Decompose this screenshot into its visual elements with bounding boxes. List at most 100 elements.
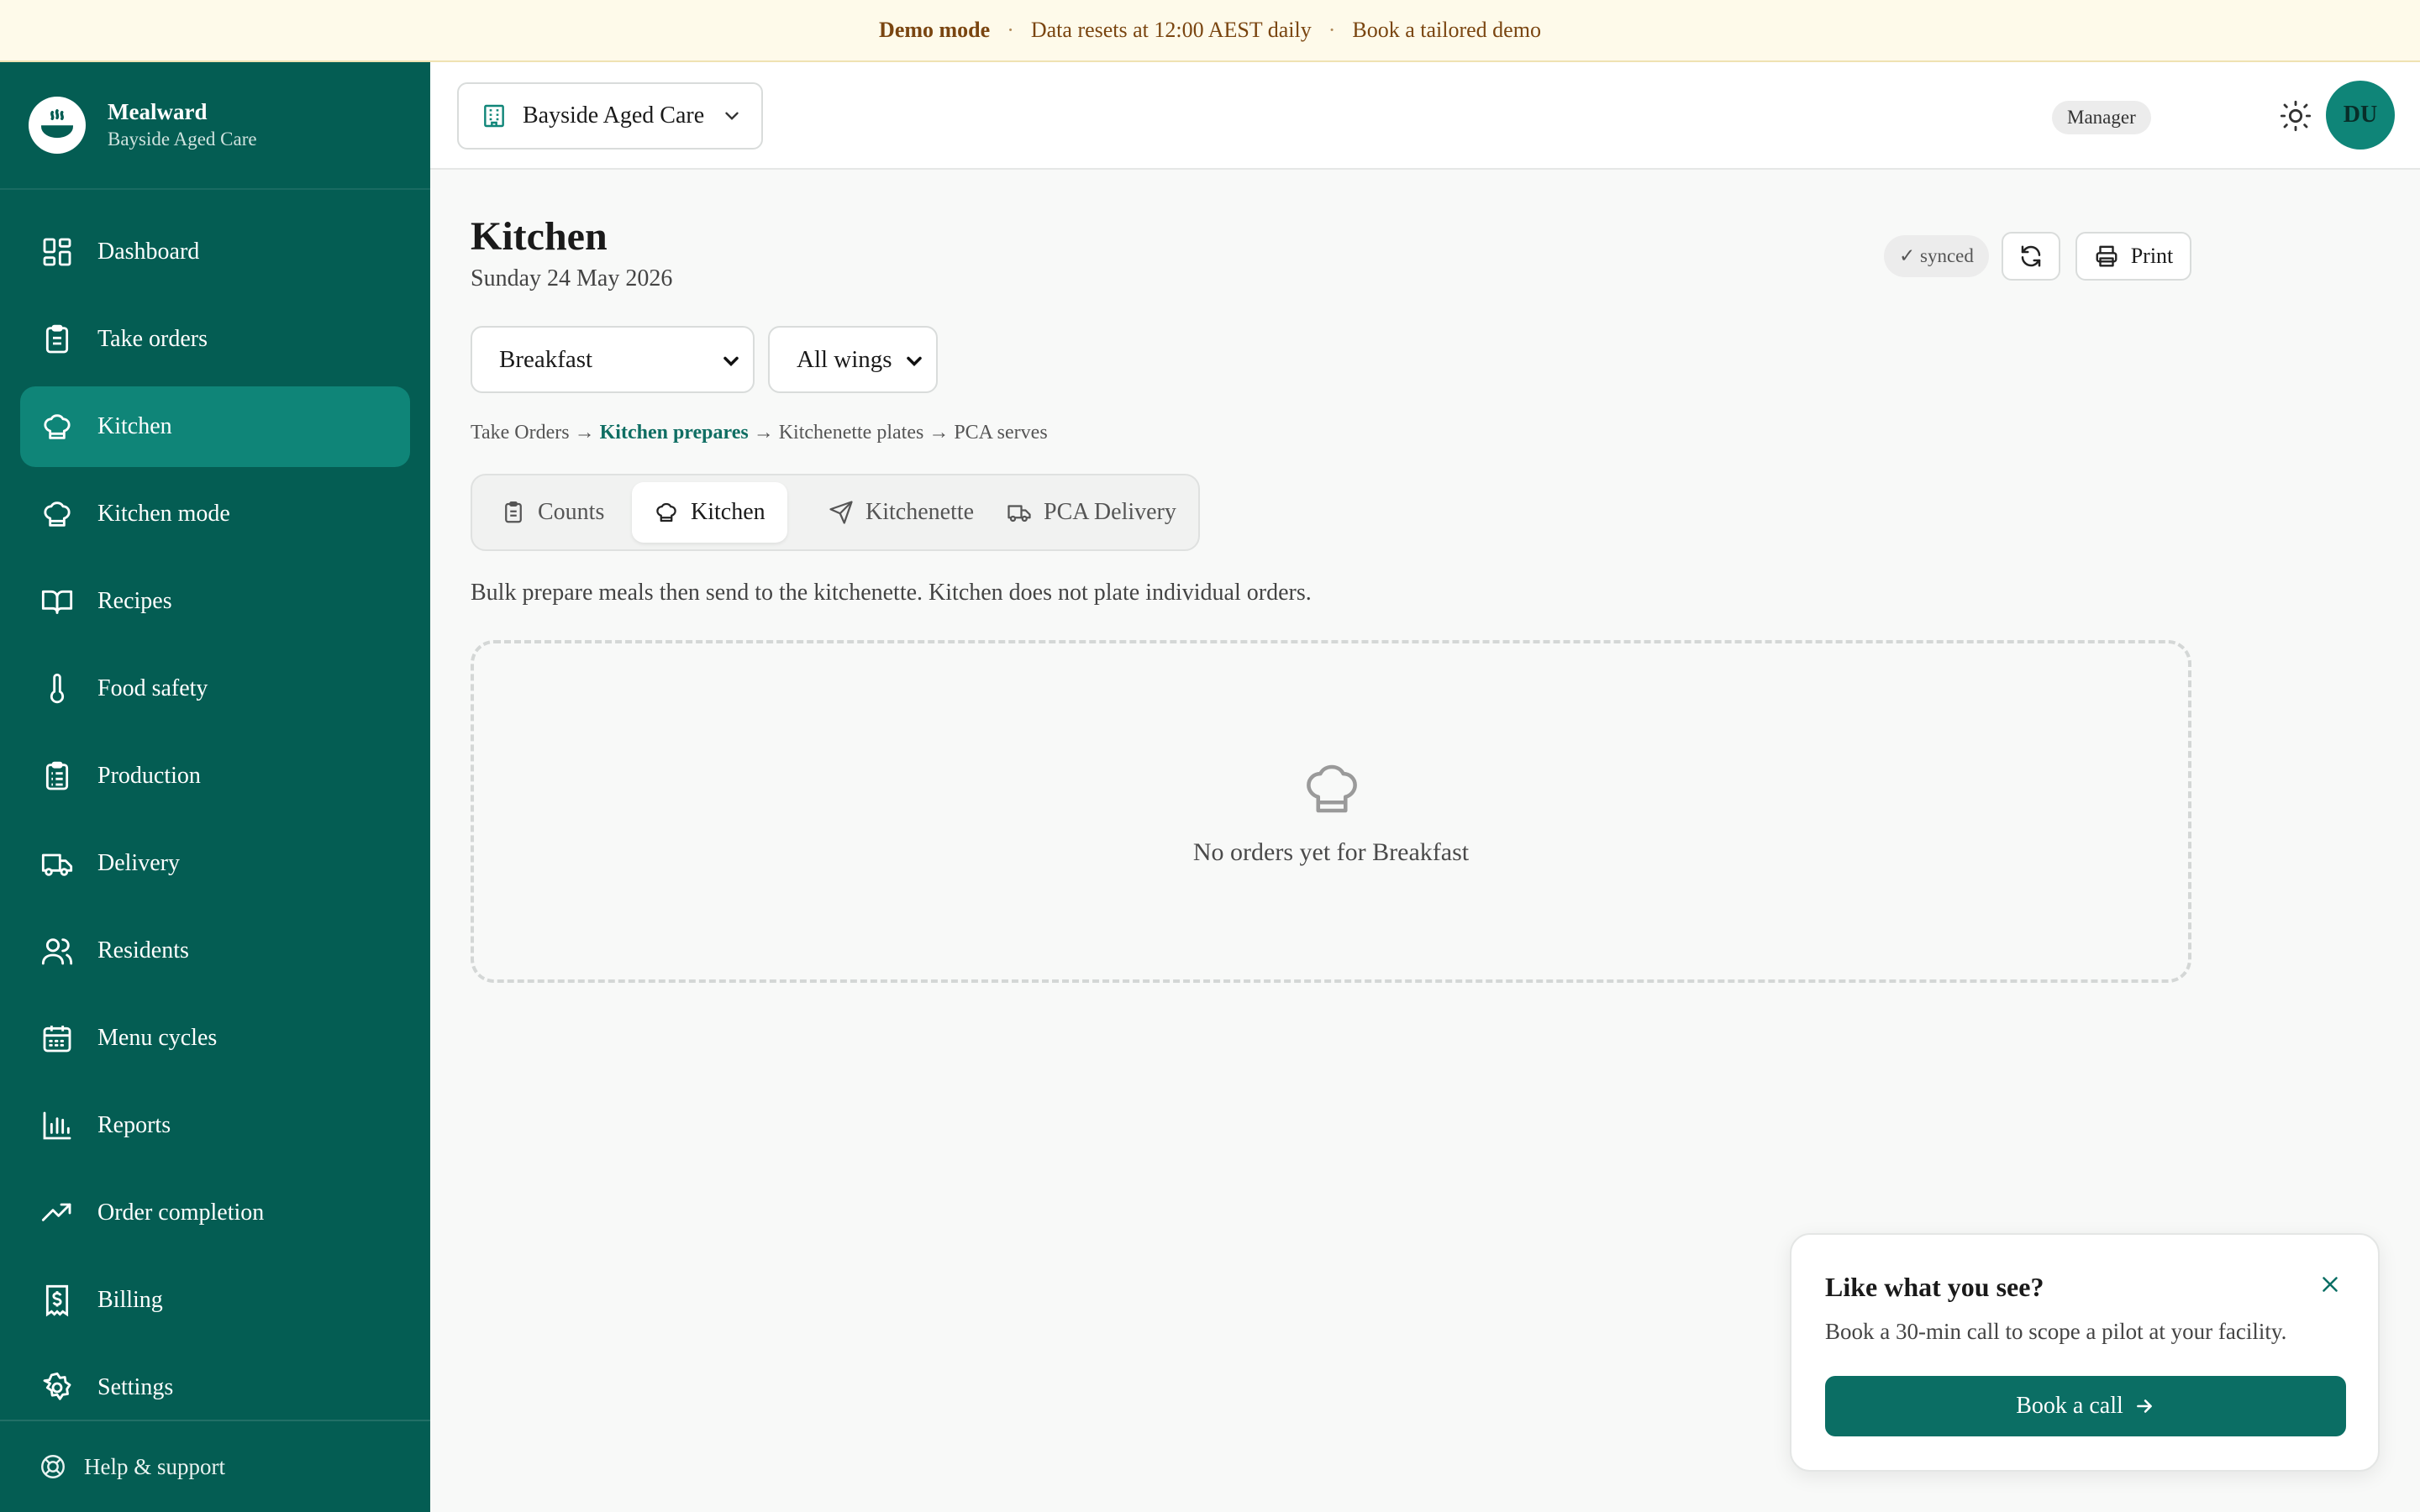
sidebar-item-label: Take orders [97, 326, 208, 352]
truck-icon [1007, 505, 1031, 522]
tab-pca-delivery[interactable]: PCA Delivery [985, 482, 1198, 543]
print-label: Print [2130, 244, 2174, 268]
book-call-button[interactable]: Book a call [1825, 1376, 2346, 1436]
chef-hat-icon [44, 501, 71, 527]
calendar-icon [43, 1026, 71, 1053]
arrow-right-icon [2136, 1399, 2152, 1413]
page-title: Kitchen [471, 214, 608, 259]
receipt-icon [45, 1284, 69, 1317]
tab-kitchenette[interactable]: Kitchenette [807, 482, 996, 543]
help-support-link[interactable]: Help & support [0, 1420, 430, 1512]
flow-arrow: → [753, 422, 774, 444]
tab-label: Counts [538, 499, 605, 525]
bowl-logo-icon [29, 97, 86, 154]
tab-counts[interactable]: Counts [479, 482, 626, 543]
sidebar-item-menu-cycles[interactable]: Menu cycles [20, 998, 410, 1079]
printer-icon [2096, 245, 2118, 267]
clipboard-icon [45, 324, 69, 354]
flow-arrow: → [929, 422, 950, 444]
sidebar: Mealward Bayside Aged Care Dashboard Tak… [0, 62, 430, 1512]
close-icon[interactable] [2317, 1272, 2343, 1297]
tab-label: PCA Delivery [1044, 499, 1176, 525]
sidebar-item-kitchen-mode[interactable]: Kitchen mode [20, 474, 410, 554]
trending-up-icon [41, 1203, 71, 1221]
sidebar-item-label: Dashboard [97, 239, 200, 265]
chevron-down-icon [725, 112, 739, 120]
users-icon [41, 938, 73, 965]
sidebar-item-label: Residents [97, 937, 189, 963]
gear-icon [43, 1372, 71, 1400]
refresh-icon [2021, 245, 2041, 267]
popup-title: Like what you see? [1825, 1272, 2044, 1302]
sidebar-item-order-completion[interactable]: Order completion [20, 1173, 410, 1253]
book-call-label: Book a call [2016, 1393, 2123, 1419]
sidebar-item-label: Production [97, 763, 201, 789]
brand: Mealward Bayside Aged Care [0, 62, 430, 190]
truck-icon [41, 853, 73, 876]
flow-step-pca-serves: PCA serves [954, 422, 1048, 444]
chevron-down-icon [723, 356, 739, 366]
reset-note: Data resets at 12:00 AEST daily [1030, 18, 1312, 42]
sidebar-item-delivery[interactable]: Delivery [20, 823, 410, 904]
page-description: Bulk prepare meals then send to the kitc… [471, 580, 1312, 606]
separator: · [1328, 18, 1336, 42]
sidebar-item-label: Kitchen [97, 413, 172, 439]
chef-hat-icon [1307, 764, 1357, 813]
empty-state-message: No orders yet for Breakfast [1192, 838, 1470, 866]
sidebar-item-label: Billing [97, 1287, 163, 1313]
sidebar-item-kitchen[interactable]: Kitchen [20, 386, 410, 467]
chef-hat-icon [656, 502, 676, 522]
sidebar-item-label: Recipes [97, 588, 172, 614]
empty-state: No orders yet for Breakfast [471, 640, 2191, 983]
sidebar-item-residents[interactable]: Residents [20, 911, 410, 991]
book-demo-link[interactable]: Book a tailored demo [1352, 18, 1541, 43]
meal-select[interactable]: Breakfast [471, 326, 755, 393]
wing-select[interactable]: All wings [768, 326, 938, 393]
demo-banner: Demo mode · Data resets at 12:00 AEST da… [0, 0, 2420, 62]
sidebar-item-dashboard[interactable]: Dashboard [20, 212, 410, 292]
separator: · [1007, 18, 1014, 42]
lifebuoy-icon [41, 1455, 65, 1478]
flow-step-kitchenette-plates: Kitchenette plates [778, 422, 924, 444]
dashboard-icon [43, 238, 71, 266]
sidebar-item-take-orders[interactable]: Take orders [20, 299, 410, 380]
refresh-button[interactable] [2002, 232, 2060, 281]
clipboard-list-icon [45, 761, 69, 790]
sidebar-item-label: Kitchen mode [97, 501, 230, 527]
help-label: Help & support [84, 1453, 225, 1479]
demo-cta-popup: Like what you see? Book a 30-min call to… [1790, 1233, 2380, 1472]
wing-select-value: All wings [797, 345, 892, 373]
send-icon [829, 501, 853, 524]
sidebar-item-label: Delivery [97, 850, 180, 876]
sidebar-item-settings[interactable]: Settings [20, 1347, 410, 1428]
popup-description: Book a 30-min call to scope a pilot at y… [1825, 1319, 2287, 1344]
view-tabs: Counts Kitchen Kitchenette PCA Delivery [471, 474, 1200, 551]
tab-kitchen[interactable]: Kitchen [632, 482, 787, 543]
brand-facility: Bayside Aged Care [108, 129, 257, 150]
bar-chart-icon [43, 1111, 71, 1140]
meal-select-value: Breakfast [499, 345, 593, 373]
sidebar-nav: Dashboard Take orders Kitchen Kitchen mo… [0, 190, 430, 1428]
facility-selector[interactable]: Bayside Aged Care [457, 82, 763, 150]
workflow-breadcrumb: Take Orders → Kitchen prepares → Kitchen… [471, 422, 1048, 444]
tab-label: Kitchen [691, 499, 765, 525]
sidebar-item-food-safety[interactable]: Food safety [20, 648, 410, 729]
sidebar-item-label: Order completion [97, 1200, 265, 1226]
role-badge: Manager [2052, 101, 2151, 134]
book-icon [41, 590, 73, 614]
print-button[interactable]: Print [2075, 232, 2191, 281]
sun-icon[interactable] [2279, 99, 2312, 133]
flow-step-take-orders: Take Orders [471, 422, 570, 444]
clipboard-icon [505, 501, 522, 523]
sidebar-item-billing[interactable]: Billing [20, 1260, 410, 1341]
sidebar-item-label: Menu cycles [97, 1025, 218, 1051]
top-bar: Bayside Aged Care Manager DU [430, 62, 2420, 170]
sidebar-item-recipes[interactable]: Recipes [20, 561, 410, 642]
avatar[interactable]: DU [2326, 81, 2395, 150]
tab-label: Kitchenette [865, 499, 975, 525]
sidebar-item-production[interactable]: Production [20, 736, 410, 816]
facility-name: Bayside Aged Care [523, 102, 705, 129]
sidebar-item-label: Reports [97, 1112, 171, 1138]
sidebar-item-label: Settings [97, 1374, 174, 1400]
sidebar-item-reports[interactable]: Reports [20, 1085, 410, 1166]
